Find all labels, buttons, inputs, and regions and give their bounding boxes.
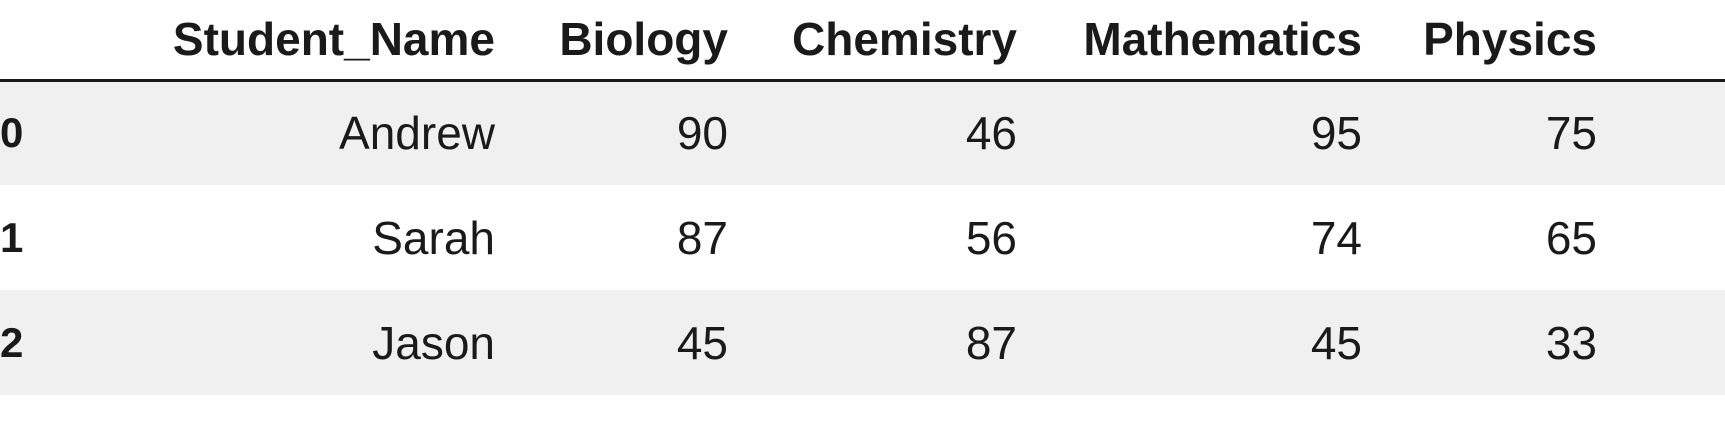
column-header-student-name: Student_Name — [60, 0, 495, 82]
column-header-physics: Physics — [1362, 0, 1597, 82]
dataframe-table: Student_Name Biology Chemistry Mathemati… — [0, 0, 1725, 395]
table-row: 0 Andrew 90 46 95 75 — [0, 80, 1725, 185]
row-index: 0 — [0, 109, 24, 157]
cell-physics: 65 — [1545, 211, 1597, 264]
cell-biology: 45 — [676, 316, 728, 369]
header-row: Student_Name Biology Chemistry Mathemati… — [0, 0, 1725, 82]
cell-biology: 90 — [676, 107, 728, 160]
cell-student-name: Sarah — [372, 211, 495, 264]
table-body: 0 Andrew 90 46 95 75 1 Sarah 87 56 74 65… — [0, 80, 1725, 395]
cell-mathematics: 45 — [1310, 316, 1362, 369]
cell-student-name: Andrew — [339, 107, 495, 160]
index-header-cell — [0, 0, 60, 82]
cell-student-name: Jason — [372, 316, 495, 369]
cell-chemistry: 46 — [965, 107, 1017, 160]
cell-chemistry: 87 — [965, 316, 1017, 369]
cell-mathematics: 95 — [1310, 107, 1362, 160]
column-header-biology: Biology — [495, 0, 728, 82]
row-index: 2 — [0, 318, 24, 366]
row-spacer — [1597, 185, 1725, 290]
column-header-chemistry: Chemistry — [728, 0, 1017, 82]
cell-biology: 87 — [676, 211, 728, 264]
column-header-mathematics: Mathematics — [1017, 0, 1362, 82]
table-row: 1 Sarah 87 56 74 65 — [0, 185, 1725, 290]
cell-physics: 75 — [1545, 107, 1597, 160]
cell-chemistry: 56 — [965, 211, 1017, 264]
cell-mathematics: 74 — [1310, 211, 1362, 264]
table-header: Student_Name Biology Chemistry Mathemati… — [0, 0, 1725, 82]
table-row: 2 Jason 45 87 45 33 — [0, 290, 1725, 395]
row-index: 1 — [0, 213, 24, 261]
row-spacer — [1597, 80, 1725, 185]
row-spacer — [1597, 290, 1725, 395]
header-spacer — [1597, 0, 1725, 82]
cell-physics: 33 — [1545, 316, 1597, 369]
dataframe-output: Student_Name Biology Chemistry Mathemati… — [0, 0, 1725, 435]
